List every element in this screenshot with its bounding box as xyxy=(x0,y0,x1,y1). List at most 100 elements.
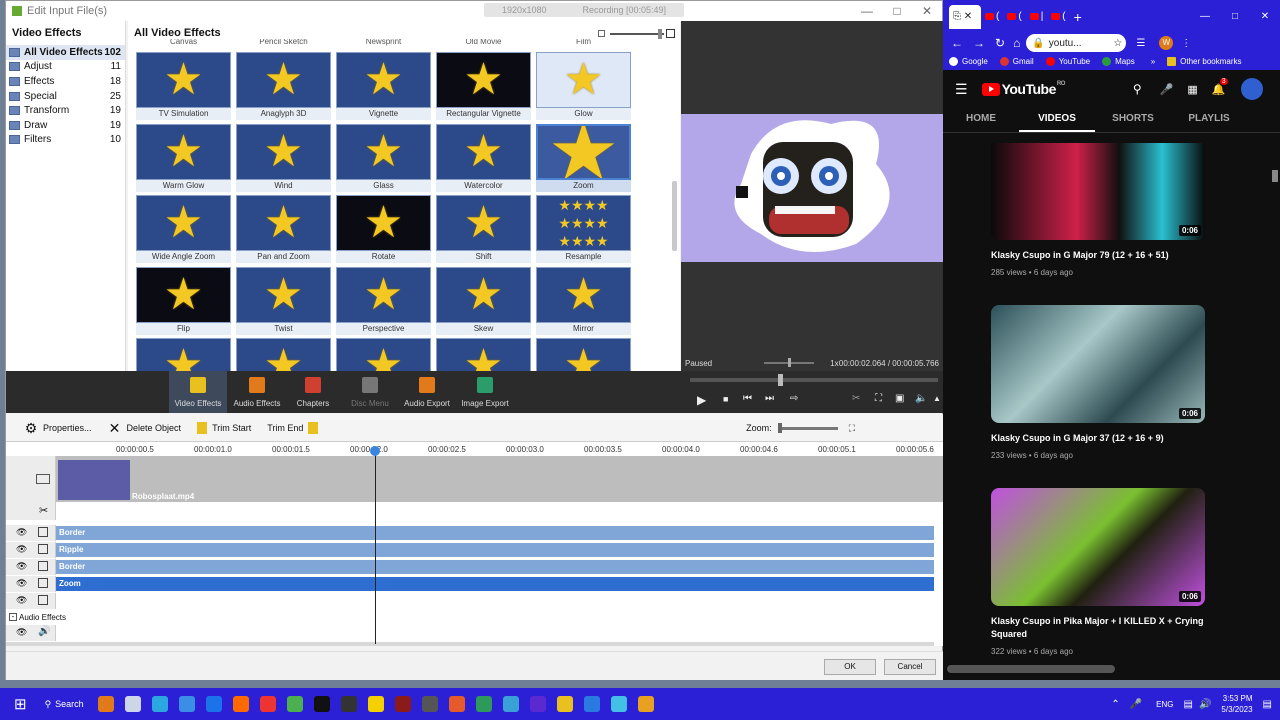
create-icon[interactable]: ▦ xyxy=(1187,83,1197,96)
play-icon[interactable]: ▶ xyxy=(697,393,706,407)
browser-minimize-button[interactable]: — xyxy=(1190,11,1220,22)
eye-icon[interactable]: 👁 xyxy=(16,527,27,538)
effect-tile[interactable]: ★ Skew xyxy=(436,266,531,335)
properties-button[interactable]: ⚙ Properties... xyxy=(24,421,92,435)
tool-tab[interactable]: Image Export xyxy=(456,371,514,413)
effect-bar[interactable]: Border xyxy=(56,560,934,574)
address-bar[interactable]: 🔒 youtu... ☆ xyxy=(1026,34,1127,52)
effect-tile[interactable]: ★ Vignette xyxy=(336,52,431,120)
snapshot-icon[interactable]: ▣ xyxy=(895,393,904,404)
effect-tile[interactable]: ★ Warm Glow xyxy=(136,123,231,192)
thumbnail-size-slider[interactable] xyxy=(598,29,675,39)
effect-tile[interactable]: ★ Zoom xyxy=(536,123,631,192)
timeline-hscrollbar[interactable] xyxy=(6,642,934,646)
effect-bar[interactable]: Border xyxy=(56,526,934,540)
app-icon-16[interactable] xyxy=(637,696,654,712)
effect-tile[interactable]: ★★★★ ★★★★ ★★★★ Resample xyxy=(536,195,631,263)
notifications-icon[interactable]: 🔔 3 xyxy=(1212,77,1228,96)
start-icon[interactable]: ⊞ xyxy=(14,695,27,713)
tab-youtube-3[interactable]: | xyxy=(1026,5,1048,29)
active-tab[interactable]: ⎘ ✕ xyxy=(949,4,981,29)
browser-close-button[interactable]: ✕ xyxy=(1250,11,1280,22)
collapse-icon[interactable]: - xyxy=(9,613,17,621)
close-button[interactable]: ✕ xyxy=(912,4,942,18)
effect-toggle-icon[interactable] xyxy=(38,578,48,588)
firefox-icon[interactable] xyxy=(232,696,249,712)
effect-tile[interactable]: ★ Rotate xyxy=(336,195,431,263)
channel-tab[interactable]: HOME xyxy=(943,108,1019,132)
app-icon-10[interactable] xyxy=(475,696,492,712)
eye-icon[interactable]: 👁 xyxy=(16,544,27,555)
app-icon-11[interactable] xyxy=(502,696,519,712)
app-icon-9[interactable] xyxy=(448,696,465,712)
app-icon-7[interactable] xyxy=(394,696,411,712)
playhead[interactable] xyxy=(375,447,376,644)
tool-tab[interactable]: Chapters xyxy=(284,371,342,413)
chrome-icon[interactable] xyxy=(286,696,303,712)
speaker-icon[interactable]: 🔊 xyxy=(38,626,50,637)
channel-tab[interactable]: PLAYLIS xyxy=(1171,108,1247,132)
ok-button[interactable]: OK xyxy=(824,659,876,675)
seek-bar[interactable] xyxy=(690,374,938,386)
zoom-slider[interactable] xyxy=(778,423,839,434)
app-icon-6[interactable] xyxy=(367,696,384,712)
cut-icon[interactable]: ✂ xyxy=(852,393,860,404)
video-card[interactable]: 0:06 Klasky Csupo in Pika Major + I KILLE… xyxy=(991,488,1205,656)
search-icon[interactable]: ⚲ xyxy=(1133,82,1142,96)
extensions-icon[interactable]: ☰ xyxy=(1136,38,1145,49)
fit-icon[interactable]: ⛶ xyxy=(849,423,855,433)
video-title[interactable]: Klasky Csupo in Pika Major + I KILLED X … xyxy=(991,615,1205,641)
effect-tile[interactable]: ★ Rectangular Vignette xyxy=(436,52,531,120)
bookmark-gmail[interactable]: Gmail xyxy=(999,57,1034,66)
effect-tile[interactable]: ★ Wide Angle Zoom xyxy=(136,195,231,263)
video-clip[interactable] xyxy=(58,460,130,500)
star-icon[interactable]: ☆ xyxy=(1113,38,1122,49)
eye-icon[interactable]: 👁 xyxy=(16,561,27,572)
browser-maximize-button[interactable]: □ xyxy=(1220,11,1250,22)
effect-toggle-icon[interactable] xyxy=(38,595,48,605)
video-title[interactable]: Klasky Csupo in G Major 79 (12 + 16 + 51… xyxy=(991,249,1205,262)
channel-tab[interactable]: SHORTS xyxy=(1095,108,1171,132)
reload-icon[interactable]: ↻ xyxy=(995,36,1005,50)
effect-tile[interactable]: ★ xyxy=(436,338,531,371)
video-thumbnail[interactable]: 0:06 xyxy=(991,488,1205,606)
category-item[interactable]: Draw 19 xyxy=(6,118,125,133)
video-card[interactable]: 0:06 Klasky Csupo in G Major 37 (12 + 16 … xyxy=(991,305,1205,460)
effect-tile[interactable]: ★ Watercolor xyxy=(436,123,531,192)
jump-icon[interactable]: ⇨ xyxy=(790,393,798,404)
app-icon-1[interactable] xyxy=(97,696,114,712)
tab-youtube-1[interactable]: ( xyxy=(981,5,1003,29)
effect-tile[interactable]: ★ Shift xyxy=(436,195,531,263)
tool-tab[interactable]: Disc Menu xyxy=(341,371,399,413)
effect-tile[interactable]: ★ Pan and Zoom xyxy=(236,195,331,263)
effect-tile[interactable]: ★ xyxy=(236,338,331,371)
notification-icon[interactable]: ▤ xyxy=(1263,699,1272,710)
bookmark-maps[interactable]: Maps xyxy=(1102,57,1135,66)
trim-end-button[interactable]: Trim End xyxy=(267,421,323,434)
tab-youtube-4[interactable]: ( xyxy=(1047,5,1069,29)
effect-tile[interactable]: ★ Glass xyxy=(336,123,431,192)
hamburger-icon[interactable]: ☰ xyxy=(955,81,968,98)
category-item[interactable]: Special 25 xyxy=(6,89,125,104)
tool-tab[interactable]: Audio Export xyxy=(398,371,456,413)
effect-tile[interactable]: ★ Anaglyph 3D xyxy=(236,52,331,120)
network-icon[interactable]: ▤ xyxy=(1184,699,1193,710)
tab-youtube-2[interactable]: ( xyxy=(1003,5,1025,29)
microphone-tray-icon[interactable]: 🎤 xyxy=(1130,699,1142,710)
opera-icon[interactable] xyxy=(259,696,276,712)
next-frame-icon[interactable]: ⏭ xyxy=(765,393,774,404)
previous-frame-icon[interactable]: ⏮ xyxy=(743,393,752,404)
app-icon-14[interactable] xyxy=(583,696,600,712)
effect-tile[interactable]: ★ TV Simulation xyxy=(136,52,231,120)
effect-tile[interactable]: ★ xyxy=(336,338,431,371)
effect-bar[interactable]: Ripple xyxy=(56,543,934,557)
volume-tray-icon[interactable]: 🔊 xyxy=(1199,699,1211,710)
category-item[interactable]: Filters 10 xyxy=(6,133,125,148)
grid-scrollbar[interactable] xyxy=(672,181,677,251)
bookmarks-overflow-icon[interactable]: » xyxy=(1151,57,1155,66)
back-icon[interactable]: ← xyxy=(951,36,963,50)
effect-bar[interactable]: Zoom xyxy=(56,577,934,591)
effect-tile[interactable]: ★ Glow xyxy=(536,52,631,120)
microphone-icon[interactable]: 🎤 xyxy=(1160,83,1174,96)
tool-tab[interactable]: Audio Effects xyxy=(228,371,286,413)
